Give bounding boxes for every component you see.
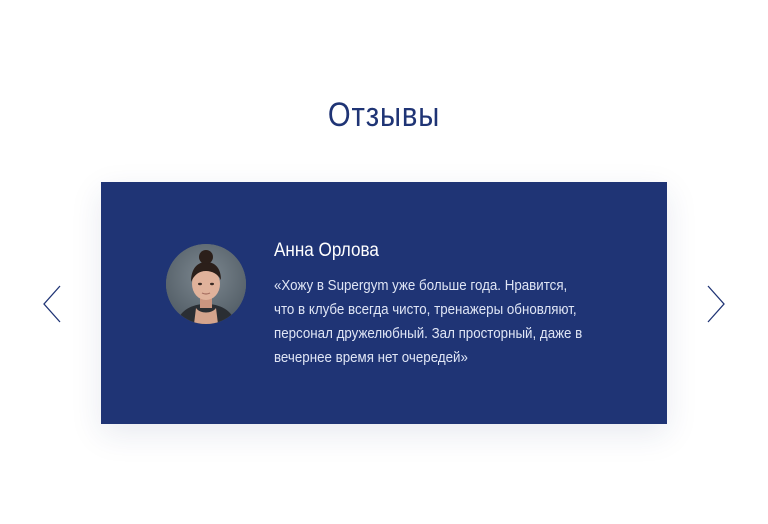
review-text-line: «Хожу в Supergym уже больше года. Нравит…: [274, 278, 568, 294]
avatar: [166, 244, 246, 324]
review-card: Анна Орлова «Хожу в Supergym уже больше …: [101, 182, 667, 424]
chevron-left-icon: [43, 285, 61, 323]
reviews-page: Отзывы Анна Орлова «Хожу в Supergym уже …: [0, 0, 768, 524]
review-text-line: что в клубе всегда чисто, тренажеры обно…: [274, 302, 577, 318]
section-title: Отзывы: [327, 96, 441, 134]
slider-prev-button[interactable]: [34, 282, 74, 326]
avatar-photo: [166, 244, 246, 324]
review-text-line: персонал дружелюбный. Зал просторный, да…: [274, 326, 583, 342]
chevron-right-icon: [707, 285, 725, 323]
slider-next-button[interactable]: [696, 282, 736, 326]
review-text-line: вечернее время нет очередей»: [274, 350, 468, 366]
review-text: «Хожу в Supergym уже больше года. Нравит…: [274, 274, 605, 370]
review-author: Анна Орлова: [274, 240, 379, 261]
